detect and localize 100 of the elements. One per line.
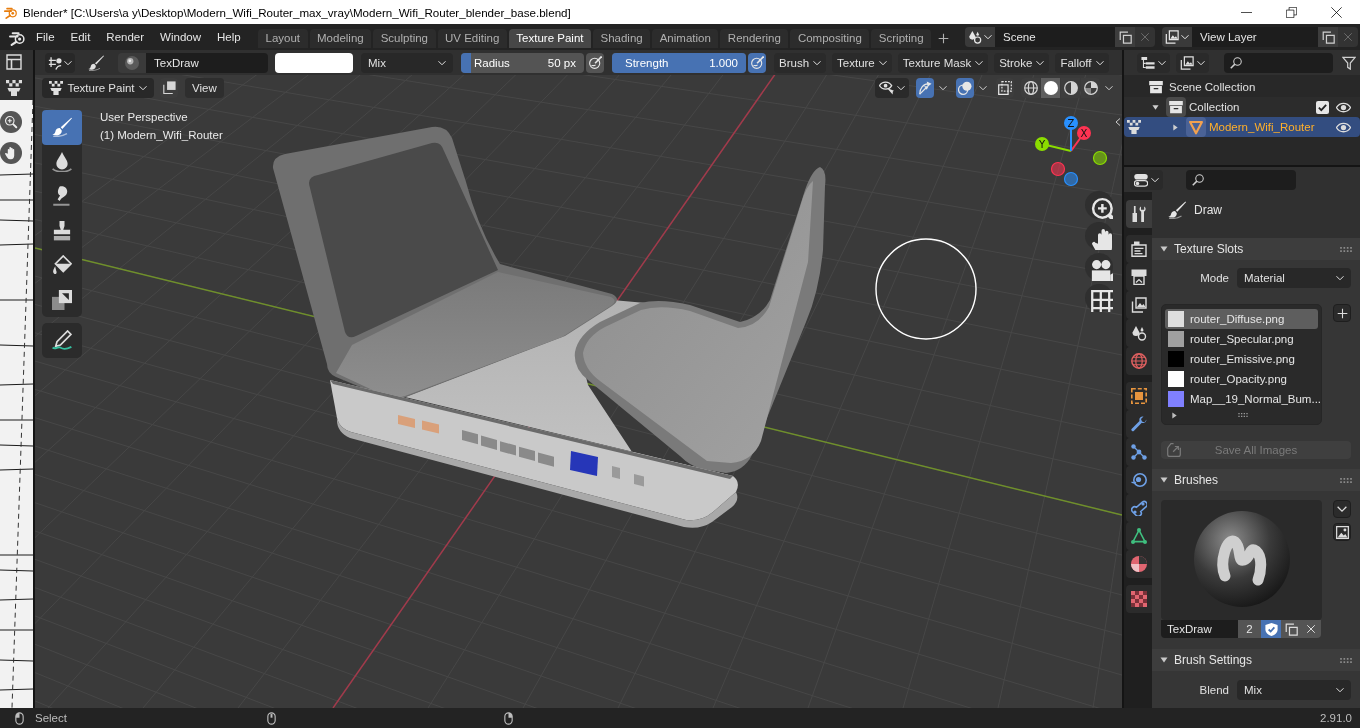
workspace-tab[interactable]: Texture Paint bbox=[508, 29, 591, 48]
caret-icon[interactable] bbox=[939, 83, 947, 92]
menu-dropdown[interactable]: Stroke bbox=[994, 52, 1050, 73]
properties-tab[interactable] bbox=[1126, 235, 1152, 263]
panel-header[interactable]: Brushes bbox=[1152, 469, 1360, 491]
slider-field[interactable]: Strength 1.000 bbox=[612, 52, 746, 73]
drag-handle-icon[interactable] bbox=[1340, 657, 1352, 663]
menu-item[interactable]: Help bbox=[209, 27, 249, 47]
workspace-tab[interactable]: Animation bbox=[652, 29, 719, 48]
shading-button[interactable] bbox=[1041, 77, 1060, 98]
texture-slot-item[interactable]: router_Diffuse.png bbox=[1165, 309, 1318, 329]
duplicate-button[interactable] bbox=[1281, 620, 1301, 638]
menu-item[interactable]: Edit bbox=[62, 27, 99, 47]
workspace-tab[interactable]: Compositing bbox=[790, 29, 870, 48]
scene-name-field[interactable]: Scene bbox=[995, 27, 1115, 47]
checker-icon[interactable] bbox=[6, 80, 22, 96]
panel-header[interactable]: Texture Slots bbox=[1152, 238, 1360, 260]
hand-icon[interactable] bbox=[0, 142, 22, 164]
hand-icon[interactable] bbox=[1085, 222, 1113, 250]
collapse-arrow-icon[interactable] bbox=[1151, 103, 1159, 111]
tool-settings-dropdown[interactable] bbox=[45, 52, 75, 73]
menu-item[interactable]: Render bbox=[98, 27, 153, 47]
drag-handle-icon[interactable] bbox=[1340, 477, 1352, 483]
workspace-tab[interactable]: Modeling bbox=[309, 29, 372, 48]
fake-user-toggle[interactable] bbox=[1261, 620, 1281, 638]
drag-handle-icon[interactable] bbox=[1340, 246, 1352, 252]
caret-icon[interactable] bbox=[979, 83, 987, 92]
caret-icon[interactable] bbox=[1105, 83, 1113, 92]
expand-arrow-icon[interactable] bbox=[1171, 123, 1179, 131]
workspace-tab[interactable]: UV Editing bbox=[437, 29, 507, 48]
brush-thumbnail[interactable] bbox=[1161, 500, 1322, 620]
brush-name-field[interactable]: TexDraw bbox=[1161, 620, 1238, 638]
close-icon[interactable] bbox=[1331, 6, 1342, 18]
axis-dot-icon[interactable] bbox=[1063, 171, 1079, 187]
color-swatch[interactable] bbox=[275, 52, 353, 73]
blend-dropdown[interactable]: Mix bbox=[1237, 680, 1351, 700]
workspace-tab[interactable]: Sculpting bbox=[373, 29, 436, 48]
texture-slot-item[interactable]: router_Specular.png bbox=[1165, 329, 1318, 349]
mode-dropdown[interactable]: Texture Paint bbox=[42, 77, 154, 98]
axis-handle[interactable]: Z bbox=[1064, 116, 1078, 152]
axis-handle[interactable]: Y bbox=[1035, 137, 1072, 152]
axis-dot-icon[interactable] bbox=[1050, 161, 1066, 177]
workspace-tab[interactable]: Scripting bbox=[871, 29, 932, 48]
selectability-dropdown[interactable] bbox=[875, 77, 909, 98]
panel-header[interactable]: Brush Settings bbox=[1152, 649, 1360, 671]
slider-field[interactable]: Radius 50 px bbox=[461, 52, 584, 73]
camera-icon[interactable] bbox=[1085, 253, 1113, 281]
zoom-icon[interactable] bbox=[0, 111, 22, 133]
axis-dot-icon[interactable] bbox=[1092, 150, 1108, 166]
checkbox[interactable] bbox=[1316, 100, 1329, 114]
workspace-tab[interactable]: Rendering bbox=[720, 29, 789, 48]
layer-filter-dropdown[interactable] bbox=[1176, 52, 1209, 73]
copy-button[interactable] bbox=[1318, 27, 1338, 47]
workspace-tab[interactable]: Shading bbox=[593, 29, 651, 48]
search-field[interactable] bbox=[1186, 169, 1296, 190]
view-layer-name-field[interactable]: View Layer bbox=[1192, 27, 1318, 47]
texture-slot-item[interactable]: router_Opacity.png bbox=[1165, 369, 1318, 389]
menu-dropdown[interactable]: Brush bbox=[774, 52, 827, 73]
brush-menu-button[interactable] bbox=[1333, 500, 1351, 518]
menu-dropdown[interactable]: Texture bbox=[832, 52, 892, 73]
custom-icon-button[interactable] bbox=[1333, 523, 1351, 541]
pressure-toggle[interactable] bbox=[586, 52, 604, 73]
scene-browse-button[interactable] bbox=[965, 27, 995, 47]
brush-browse-button[interactable] bbox=[118, 52, 146, 73]
display-mode-dropdown[interactable] bbox=[1137, 52, 1170, 73]
image-editor-icon[interactable] bbox=[6, 54, 22, 70]
checker-icon[interactable] bbox=[1127, 120, 1141, 134]
menu-dropdown[interactable]: Texture Mask bbox=[897, 52, 989, 73]
properties-tab[interactable] bbox=[1126, 585, 1152, 613]
add-slot-button[interactable] bbox=[1333, 304, 1351, 322]
properties-tab[interactable] bbox=[1126, 382, 1152, 410]
view-layer-browse-button[interactable] bbox=[1162, 27, 1192, 47]
editor-type-dropdown[interactable] bbox=[1130, 169, 1163, 190]
view-menu[interactable]: View bbox=[185, 77, 224, 98]
sidebar-toggle-icon[interactable] bbox=[1114, 116, 1122, 128]
search-field[interactable] bbox=[1224, 52, 1333, 73]
resize-handle-icon[interactable] bbox=[1238, 413, 1248, 417]
texture-slot-item[interactable]: Map__19_Normal_Bum... bbox=[1165, 389, 1318, 409]
brush-name-field[interactable]: TexDraw bbox=[146, 52, 268, 73]
copy-button[interactable] bbox=[1115, 27, 1135, 47]
add-icon[interactable] bbox=[938, 33, 950, 44]
pressure-toggle[interactable] bbox=[748, 52, 766, 73]
outliner-row[interactable]: Modern_Wifi_Router bbox=[1124, 117, 1360, 137]
tool-button[interactable] bbox=[42, 110, 82, 145]
outliner-row[interactable]: Collection bbox=[1124, 97, 1360, 117]
properties-tab[interactable] bbox=[1126, 550, 1152, 578]
shading-button[interactable] bbox=[1021, 77, 1040, 98]
maximize-icon[interactable] bbox=[1286, 6, 1297, 18]
grid-icon[interactable] bbox=[1085, 284, 1113, 312]
mode-dropdown[interactable]: Material bbox=[1237, 268, 1351, 288]
menu-dropdown[interactable]: Falloff bbox=[1055, 52, 1109, 73]
overlay-toggle[interactable] bbox=[956, 77, 974, 98]
properties-tab[interactable] bbox=[1126, 200, 1152, 228]
expand-arrow-icon[interactable] bbox=[1171, 411, 1178, 419]
workspace-tab[interactable]: Layout bbox=[258, 29, 308, 48]
gizmo-toggle[interactable] bbox=[916, 77, 934, 98]
menu-item[interactable]: Window bbox=[152, 27, 209, 47]
texture-slot-item[interactable]: router_Emissive.png bbox=[1165, 349, 1318, 369]
user-count[interactable]: 2 bbox=[1238, 620, 1261, 638]
menu-item[interactable]: File bbox=[28, 27, 63, 47]
